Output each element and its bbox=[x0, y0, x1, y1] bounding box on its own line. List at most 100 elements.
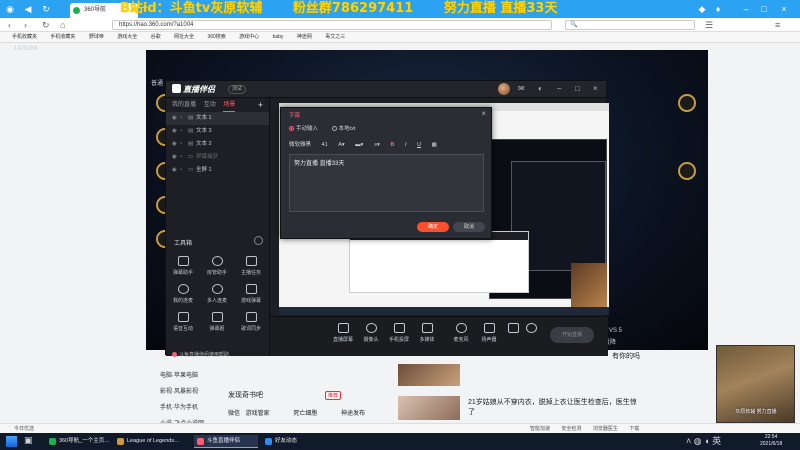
help-link[interactable]: 斗鱼直播伴侣使用帮助 bbox=[172, 351, 229, 358]
scene-item[interactable]: ◉ ▫ ▤ 文本 2 bbox=[166, 138, 269, 151]
bookmark-item[interactable]: 网址大全 bbox=[174, 32, 194, 43]
eye-icon[interactable]: ◉ bbox=[172, 112, 180, 125]
close-window-icon[interactable]: × bbox=[778, 3, 790, 15]
taskbar-item[interactable]: 360导航_一个主页… bbox=[46, 435, 110, 448]
tray-arrow-icon[interactable]: ˄ bbox=[686, 436, 691, 446]
bookmark-item[interactable]: baby bbox=[273, 32, 284, 43]
status-item[interactable]: 安全检测 bbox=[561, 426, 581, 432]
scene-item[interactable]: ◉ ▫ ▤ 文本 1 bbox=[166, 112, 269, 125]
underline-icon[interactable]: U bbox=[417, 142, 421, 148]
tool-voice[interactable]: 语音互动 bbox=[166, 312, 200, 332]
subtitle-text-input[interactable]: 努力直播 直播33天 bbox=[289, 154, 484, 212]
status-item[interactable]: 浏览器医生 bbox=[593, 426, 618, 432]
tab-scenes[interactable]: 场景 bbox=[223, 99, 236, 112]
category-item[interactable]: 影视·风暴影视 bbox=[160, 384, 204, 400]
ime-icon[interactable]: 英 bbox=[712, 436, 721, 446]
background-color-icon[interactable]: ▬▾ bbox=[355, 142, 363, 148]
page-row-link[interactable]: 死亡细胞 bbox=[293, 408, 339, 417]
tool-danmu-helper[interactable]: 弹幕助手 bbox=[166, 256, 200, 276]
news-thumbnail[interactable] bbox=[398, 364, 460, 386]
radio-manual[interactable] bbox=[289, 126, 294, 131]
close-icon[interactable]: × bbox=[481, 109, 486, 118]
network-icon[interactable]: ◍ bbox=[694, 436, 702, 446]
source-media-button[interactable]: 多媒体 bbox=[412, 323, 442, 343]
gift-icon[interactable]: ♦ bbox=[712, 3, 724, 15]
system-clock[interactable]: 22:54 2021/6/18 bbox=[760, 434, 782, 448]
category-item[interactable]: 电脑·苹果电脑 bbox=[160, 368, 204, 384]
confirm-button[interactable]: 确定 bbox=[417, 222, 449, 232]
lock-icon[interactable]: ▫ bbox=[180, 112, 188, 125]
page-row-link[interactable]: 神途发布 bbox=[341, 408, 381, 417]
minimize-icon[interactable]: – bbox=[557, 84, 561, 94]
url-input[interactable]: https://hao.360.com/?a1004 bbox=[112, 20, 552, 30]
record-button[interactable] bbox=[506, 323, 520, 336]
source-screen-button[interactable]: 直播屏幕 bbox=[328, 323, 358, 343]
tool-host-tasks[interactable]: 主播任务 bbox=[234, 256, 268, 276]
tab-interact[interactable]: 互动 bbox=[204, 98, 216, 112]
cancel-button[interactable]: 取消 bbox=[453, 222, 485, 232]
shield-icon[interactable]: ◆ bbox=[696, 3, 708, 15]
forward-icon[interactable]: › bbox=[24, 19, 27, 31]
font-select[interactable]: 微软雅黑 bbox=[289, 140, 311, 148]
refresh-tab-icon[interactable]: ↻ bbox=[40, 3, 52, 15]
lock-icon[interactable]: ▫ bbox=[180, 138, 188, 151]
page-row-title[interactable]: 发现奇书吧 bbox=[228, 392, 263, 399]
align-icon[interactable]: ≡▾ bbox=[374, 142, 380, 148]
taskbar-item[interactable]: League of Legends… bbox=[114, 435, 190, 448]
maximize-icon[interactable]: □ bbox=[575, 84, 580, 94]
page-row-link[interactable]: 微信 bbox=[228, 408, 244, 417]
home-icon[interactable]: ⌂ bbox=[60, 19, 65, 31]
source-phone-button[interactable]: 手机投屏 bbox=[384, 323, 414, 343]
reload-icon[interactable]: ↻ bbox=[42, 19, 50, 31]
add-scene-icon[interactable]: + bbox=[258, 98, 263, 112]
scene-item[interactable]: ◉ ▫ ▭ 全屏 1 bbox=[166, 164, 269, 177]
bookmark-item[interactable]: 游戏中心 bbox=[239, 32, 259, 43]
extensions-icon[interactable]: ☰ bbox=[705, 19, 713, 31]
scene-item[interactable]: ◉ ▫ ▤ 文本 3 bbox=[166, 125, 269, 138]
bookmark-item[interactable]: 毒艾之三 bbox=[325, 32, 345, 43]
tool-game-danmu[interactable]: 游戏弹幕 bbox=[234, 284, 268, 304]
news-thumbnail[interactable] bbox=[398, 396, 460, 420]
eye-icon[interactable]: ◉ bbox=[172, 125, 180, 138]
settings-button[interactable] bbox=[524, 323, 538, 336]
eye-icon[interactable]: ◉ bbox=[172, 151, 180, 164]
color-icon[interactable]: A▾ bbox=[338, 142, 344, 148]
news-headline[interactable]: 有你的吗 bbox=[612, 352, 642, 362]
volume-icon[interactable]: ◖ bbox=[704, 436, 709, 446]
bookmark-item[interactable]: 手机收藏夹 bbox=[50, 32, 75, 43]
start-live-button[interactable]: 开始直播 bbox=[550, 327, 594, 343]
lock-icon[interactable]: ▫ bbox=[180, 125, 188, 138]
eye-icon[interactable]: ◉ bbox=[172, 138, 180, 151]
bookmark-item[interactable]: 神途网 bbox=[297, 32, 312, 43]
page-row-link[interactable]: 游戏管家 bbox=[246, 408, 292, 417]
bookmark-item[interactable]: 游戏大全 bbox=[117, 32, 137, 43]
status-item[interactable]: 下载 bbox=[629, 426, 639, 432]
bookmark-item[interactable]: 手机收藏夹 bbox=[12, 32, 37, 43]
taskbar-item[interactable]: 好友动态 bbox=[262, 435, 312, 448]
back-icon[interactable]: ‹ bbox=[8, 19, 11, 31]
tool-lyrics[interactable]: 歌词同步 bbox=[234, 312, 268, 332]
lock-icon[interactable]: ▫ bbox=[180, 164, 188, 177]
size-select[interactable]: 41 bbox=[322, 142, 328, 148]
task-view-icon[interactable]: ▣ bbox=[24, 435, 33, 446]
minimize-window-icon[interactable]: – bbox=[740, 3, 752, 15]
category-item[interactable]: 手机·华为手机 bbox=[160, 400, 204, 416]
scroll-icon[interactable]: ▦ bbox=[432, 142, 437, 148]
taskbar-item[interactable]: 斗鱼直播伴侣 bbox=[194, 435, 258, 448]
bookmark-item[interactable]: 谷歌 bbox=[151, 32, 161, 43]
italic-icon[interactable]: I bbox=[405, 142, 407, 148]
status-item[interactable]: 智能加速 bbox=[530, 426, 550, 432]
scene-item[interactable]: ◉ ▫ ▭ 屏幕捕获 bbox=[166, 151, 269, 164]
eye-icon[interactable]: ◉ bbox=[172, 164, 180, 177]
skin-icon[interactable]: ◐ bbox=[538, 84, 543, 94]
lock-icon[interactable]: ▫ bbox=[180, 151, 188, 164]
tool-room-admin[interactable]: 房管助手 bbox=[200, 256, 234, 276]
bookmark-item[interactable]: 野球帝 bbox=[89, 32, 104, 43]
radio-file[interactable] bbox=[331, 126, 337, 131]
tool-multi-link[interactable]: 多人连麦 bbox=[200, 284, 234, 304]
menu-icon[interactable]: ≡ bbox=[775, 19, 780, 31]
mic-button[interactable]: 麦克风 bbox=[446, 323, 476, 343]
tab-my-live[interactable]: 我的直播 bbox=[172, 98, 196, 112]
tool-danmu-ji[interactable]: 弹幕姬 bbox=[200, 312, 234, 332]
message-icon[interactable]: ✉ bbox=[518, 84, 525, 94]
